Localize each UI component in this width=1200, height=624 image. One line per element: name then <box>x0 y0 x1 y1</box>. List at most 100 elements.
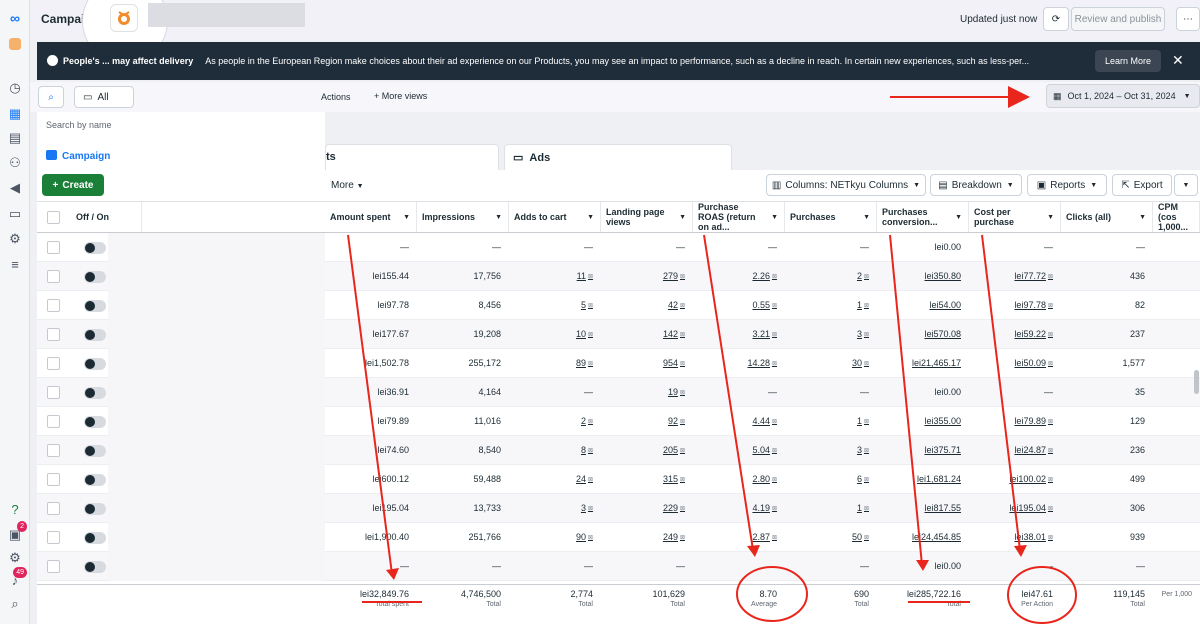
row-checkbox[interactable] <box>47 415 60 428</box>
search-icon[interactable]: ⌕ <box>7 596 23 612</box>
column-header[interactable]: Amount spent ▼ <box>325 202 417 232</box>
delivery-toggle[interactable] <box>84 474 106 486</box>
sort-caret-icon[interactable]: ▼ <box>771 214 778 221</box>
table-cell[interactable]: 1 ⊠ <box>785 494 877 522</box>
column-header[interactable]: Clicks (all) ▼ <box>1061 202 1153 232</box>
search-input[interactable]: Search by name <box>38 116 298 136</box>
column-header[interactable]: Cost per purchase ▼ <box>969 202 1061 232</box>
refresh-button[interactable]: ⟳ <box>1043 7 1069 31</box>
table-cell[interactable]: lei1,681.24 <box>877 465 969 493</box>
sort-caret-icon[interactable]: ▼ <box>587 214 594 221</box>
sort-caret-icon[interactable]: ▼ <box>403 214 410 221</box>
table-cell[interactable]: 205 ⊠ <box>601 436 693 464</box>
table-cell[interactable]: 89 ⊠ <box>509 349 601 377</box>
table-cell[interactable]: 1 ⊠ <box>785 291 877 319</box>
table-cell[interactable]: lei50.09 ⊠ <box>969 349 1061 377</box>
review-publish-button[interactable]: Review and publish <box>1071 7 1165 31</box>
table-cell[interactable]: lei350.80 <box>877 262 969 290</box>
all-views-dropdown[interactable]: ▭ All <box>74 86 134 108</box>
table-cell[interactable]: lei570.08 <box>877 320 969 348</box>
table-cell[interactable]: 19 ⊠ <box>601 378 693 406</box>
table-cell[interactable]: 50 ⊠ <box>785 523 877 551</box>
delivery-toggle[interactable] <box>84 503 106 515</box>
export-options-button[interactable]: ▼ <box>1174 174 1198 196</box>
table-cell[interactable]: 6 ⊠ <box>785 465 877 493</box>
row-checkbox[interactable] <box>47 531 60 544</box>
row-checkbox[interactable] <box>47 328 60 341</box>
table-cell[interactable]: lei77.72 ⊠ <box>969 262 1061 290</box>
delivery-toggle[interactable] <box>84 271 106 283</box>
column-header[interactable]: CPM (cos 1,000... <box>1153 202 1200 232</box>
row-checkbox[interactable] <box>47 270 60 283</box>
table-cell[interactable]: lei97.78 ⊠ <box>969 291 1061 319</box>
business-tools-icon[interactable]: ⚙ <box>7 231 23 247</box>
delivery-toggle[interactable] <box>84 532 106 544</box>
column-header[interactable]: Landing page views ▼ <box>601 202 693 232</box>
table-cell[interactable]: 3 ⊠ <box>785 436 877 464</box>
more-views-button[interactable]: + More views <box>374 91 427 101</box>
more-dropdown[interactable]: More ▼ <box>331 180 364 191</box>
table-cell[interactable]: 11 ⊠ <box>509 262 601 290</box>
tab-ads[interactable]: ▭ Ads <box>504 144 732 172</box>
table-cell[interactable]: 42 ⊠ <box>601 291 693 319</box>
table-cell[interactable]: 954 ⊠ <box>601 349 693 377</box>
row-checkbox[interactable] <box>47 241 60 254</box>
delivery-toggle[interactable] <box>84 358 106 370</box>
table-cell[interactable]: 2 ⊠ <box>785 262 877 290</box>
row-checkbox[interactable] <box>47 502 60 515</box>
vertical-scrollbar[interactable] <box>1194 370 1199 394</box>
breakdown-dropdown[interactable]: ▤ Breakdown ▼ <box>930 174 1022 196</box>
row-checkbox[interactable] <box>47 357 60 370</box>
table-cell[interactable]: 2.80 ⊠ <box>693 465 785 493</box>
table-cell[interactable]: 315 ⊠ <box>601 465 693 493</box>
columns-dropdown[interactable]: ▥ Columns: NETkyu Columns ▼ <box>766 174 926 196</box>
table-cell[interactable]: lei38.01 ⊠ <box>969 523 1061 551</box>
create-button[interactable]: + Create <box>42 174 104 196</box>
megaphone-icon[interactable]: ◀ <box>7 180 23 196</box>
close-icon[interactable]: ✕ <box>1172 52 1184 69</box>
table-cell[interactable]: 2.87 ⊠ <box>693 523 785 551</box>
more-options-button[interactable]: ⋯ <box>1176 7 1200 31</box>
dashboard-icon[interactable]: ◷ <box>7 80 23 96</box>
table-cell[interactable]: 229 ⊠ <box>601 494 693 522</box>
delivery-toggle[interactable] <box>84 387 106 399</box>
table-cell[interactable]: 10 ⊠ <box>509 320 601 348</box>
table-cell[interactable]: lei375.71 <box>877 436 969 464</box>
delivery-toggle[interactable] <box>84 300 106 312</box>
row-checkbox[interactable] <box>47 473 60 486</box>
table-cell[interactable]: 3 ⊠ <box>509 494 601 522</box>
table-cell[interactable]: 92 ⊠ <box>601 407 693 435</box>
row-checkbox[interactable] <box>47 299 60 312</box>
table-cell[interactable]: 14.28 ⊠ <box>693 349 785 377</box>
delivery-toggle[interactable] <box>84 416 106 428</box>
table-cell[interactable]: 142 ⊠ <box>601 320 693 348</box>
help-icon[interactable]: ? <box>7 502 23 518</box>
table-cell[interactable]: 8 ⊠ <box>509 436 601 464</box>
notifications-icon[interactable]: ▣ 2 <box>7 521 27 543</box>
column-header[interactable]: Adds to cart ▼ <box>509 202 601 232</box>
table-cell[interactable]: lei100.02 ⊠ <box>969 465 1061 493</box>
table-cell[interactable]: 24 ⊠ <box>509 465 601 493</box>
sort-caret-icon[interactable]: ▼ <box>1139 214 1146 221</box>
actions-label[interactable]: Actions <box>321 92 351 102</box>
table-cell[interactable]: lei355.00 <box>877 407 969 435</box>
table-cell[interactable]: 4.44 ⊠ <box>693 407 785 435</box>
table-cell[interactable]: 2.26 ⊠ <box>693 262 785 290</box>
table-cell[interactable]: 2 ⊠ <box>509 407 601 435</box>
table-cell[interactable]: 30 ⊠ <box>785 349 877 377</box>
account-avatar-icon[interactable] <box>7 38 23 54</box>
table-cell[interactable]: lei24.87 ⊠ <box>969 436 1061 464</box>
table-cell[interactable]: 3.21 ⊠ <box>693 320 785 348</box>
column-header[interactable]: Impressions ▼ <box>417 202 509 232</box>
menu-icon[interactable]: ≡ <box>7 257 23 273</box>
sort-caret-icon[interactable]: ▼ <box>955 214 962 221</box>
table-cell[interactable]: 0.55 ⊠ <box>693 291 785 319</box>
row-checkbox[interactable] <box>47 386 60 399</box>
reports-dropdown[interactable]: ▣ Reports ▼ <box>1027 174 1107 196</box>
audience-icon[interactable]: ⚇ <box>7 155 23 171</box>
table-cell[interactable]: 5.04 ⊠ <box>693 436 785 464</box>
table-cell[interactable]: 279 ⊠ <box>601 262 693 290</box>
table-cell[interactable]: lei24,454.85 <box>877 523 969 551</box>
pages-icon[interactable]: ▤ <box>7 130 23 146</box>
table-cell[interactable]: lei817.55 <box>877 494 969 522</box>
